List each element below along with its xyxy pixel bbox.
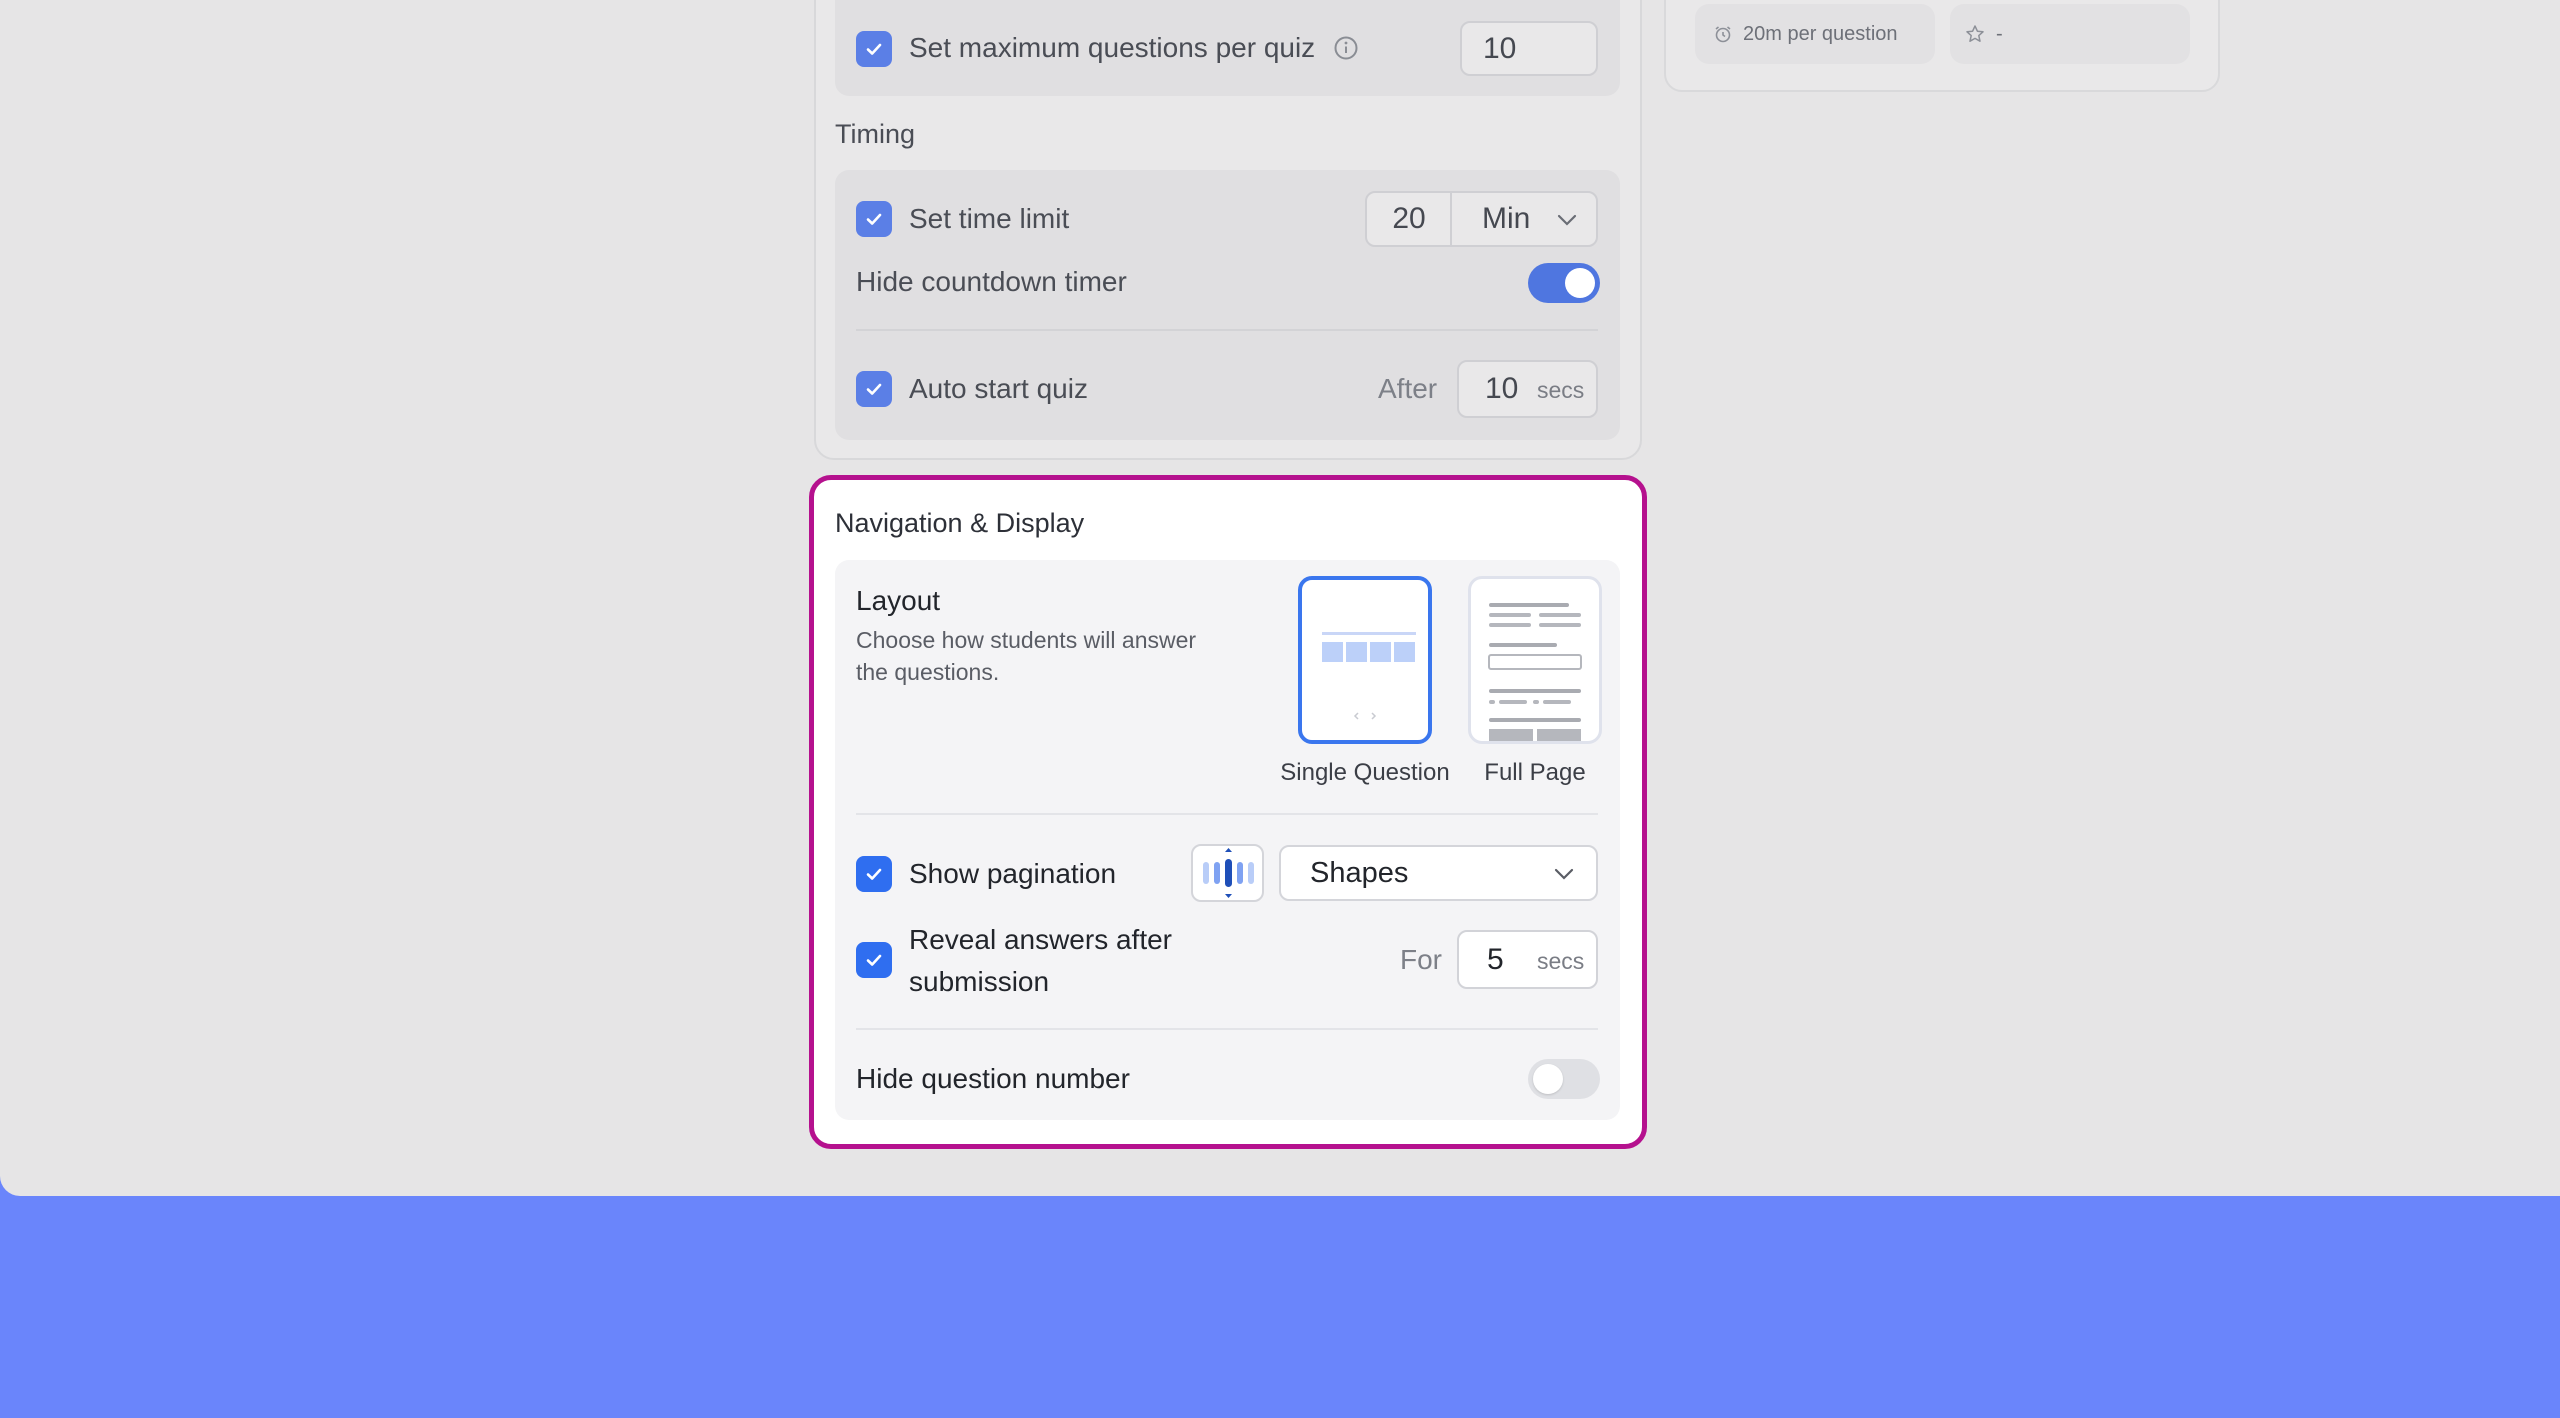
check-icon xyxy=(866,213,882,225)
hide-countdown-toggle[interactable] xyxy=(1528,263,1600,303)
reveal-answers-checkbox[interactable] xyxy=(856,942,892,978)
time-limit-label: Set time limit xyxy=(909,203,1070,234)
auto-start-value: 10 xyxy=(1485,372,1519,405)
reveal-divider xyxy=(856,1028,1598,1030)
layout-description-line2: the questions. xyxy=(856,659,1000,685)
timing-divider xyxy=(856,329,1598,331)
pagination-style-value: Shapes xyxy=(1310,856,1409,889)
navigation-display-title: Navigation & Display xyxy=(835,508,1085,538)
toggle-knob xyxy=(1565,268,1595,298)
pagination-shapes-icon xyxy=(1203,848,1254,898)
check-icon xyxy=(866,868,882,880)
timing-title: Timing xyxy=(835,119,916,149)
toggle-knob xyxy=(1533,1064,1563,1094)
max-questions-value: 10 xyxy=(1483,31,1517,65)
check-icon xyxy=(866,383,882,395)
full-page-preview-icon xyxy=(1488,603,1582,741)
max-questions-label: Set maximum questions per quiz xyxy=(909,32,1316,63)
layout-option-single-question-label: Single Question xyxy=(1280,759,1450,786)
reveal-answers-value: 5 xyxy=(1487,942,1504,976)
show-pagination-label: Show pagination xyxy=(909,858,1117,889)
auto-start-prefix: After xyxy=(1378,373,1438,404)
hide-question-number-toggle[interactable] xyxy=(1528,1059,1600,1099)
auto-start-checkbox[interactable] xyxy=(856,371,892,407)
pagination-style-preview[interactable] xyxy=(1191,844,1264,902)
alarm-clock-icon xyxy=(1715,26,1731,43)
rating-text: - xyxy=(1996,22,2003,45)
reveal-answers-unit: secs xyxy=(1537,948,1585,974)
hide-countdown-label: Hide countdown timer xyxy=(856,266,1127,297)
time-limit-value: 20 xyxy=(1392,202,1426,235)
layout-option-full-page-label: Full Page xyxy=(1484,759,1586,786)
hide-question-number-label: Hide question number xyxy=(856,1063,1130,1094)
layout-option-single-question[interactable] xyxy=(1298,576,1432,744)
chevron-down-icon xyxy=(1554,868,1574,880)
star-icon xyxy=(1966,25,1984,42)
check-icon xyxy=(866,954,882,966)
time-limit-input[interactable]: 20 xyxy=(1365,191,1453,247)
layout-option-full-page[interactable] xyxy=(1468,576,1602,744)
layout-heading: Layout xyxy=(856,585,941,616)
show-pagination-checkbox[interactable] xyxy=(856,856,892,892)
time-per-question-text: 20m per question xyxy=(1743,22,1898,45)
info-icon[interactable] xyxy=(1333,35,1359,61)
max-questions-input[interactable]: 10 xyxy=(1460,21,1598,76)
time-limit-checkbox[interactable] xyxy=(856,201,892,237)
reveal-answers-input[interactable]: 5 secs xyxy=(1457,930,1598,989)
layout-divider xyxy=(856,813,1598,815)
auto-start-unit: secs xyxy=(1537,377,1585,403)
auto-start-label: Auto start quiz xyxy=(909,373,1088,404)
single-question-preview-icon xyxy=(1322,632,1416,720)
reveal-answers-label-line2: submission xyxy=(909,966,1050,997)
chevron-down-icon xyxy=(1557,214,1577,226)
reveal-answers-label-line1: Reveal answers after xyxy=(909,924,1173,955)
time-unit-value: Min xyxy=(1482,202,1531,235)
check-icon xyxy=(866,43,882,55)
rating-chip: - xyxy=(1950,4,2190,64)
layout-description-line1: Choose how students will answer xyxy=(856,627,1197,653)
time-per-question-chip: 20m per question xyxy=(1695,4,1935,64)
auto-start-input[interactable]: 10 secs xyxy=(1457,360,1598,418)
time-unit-select[interactable]: Min xyxy=(1450,191,1598,247)
max-questions-checkbox[interactable] xyxy=(856,31,892,67)
pagination-style-select[interactable]: Shapes xyxy=(1279,845,1598,901)
reveal-answers-prefix: For xyxy=(1400,944,1442,975)
